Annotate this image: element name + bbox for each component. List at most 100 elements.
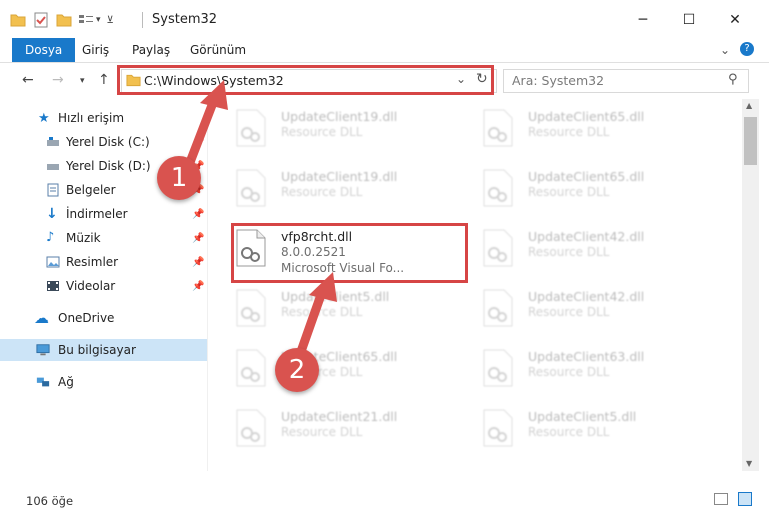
tab-file[interactable]: Dosya (12, 38, 76, 62)
pin-icon[interactable]: 📌 (192, 233, 204, 244)
file-name: UpdateClient19.dll (281, 169, 398, 184)
sidebar-item-label: Yerel Disk (D:) (66, 159, 151, 173)
sidebar-item-videos[interactable]: Videolar 📌 (0, 275, 207, 297)
up-icon[interactable]: ↑ (98, 72, 110, 88)
file-description: Resource DLL (528, 245, 610, 259)
file-description: Resource DLL (528, 425, 610, 439)
sidebar-item-onedrive[interactable]: ☁ OneDrive (0, 307, 207, 329)
dll-file-icon (483, 169, 513, 207)
scrollbar-thumb[interactable] (744, 117, 757, 165)
forward-icon[interactable]: → (52, 72, 64, 88)
details-view-icon[interactable] (714, 493, 728, 505)
sidebar-item-label: İndirmeler (66, 207, 128, 221)
file-tile[interactable]: UpdateClient65.dll Resource DLL (480, 101, 720, 153)
sidebar-item-music[interactable]: ♪ Müzik 📌 (0, 227, 207, 249)
search-input[interactable]: Ara: System32 (512, 73, 604, 88)
sidebar-item-label: Belgeler (66, 183, 116, 197)
drive-icon (47, 164, 59, 170)
customize-qa-icon[interactable]: ⊻ (107, 15, 114, 26)
file-tile[interactable]: UpdateClient63.dll Resource DLL (480, 341, 720, 393)
step-2-badge: 2 (275, 348, 319, 392)
dll-file-icon (483, 109, 513, 147)
sidebar-item-label: Resimler (66, 255, 119, 269)
file-name: UpdateClient65.dll (528, 109, 645, 124)
tab-home[interactable]: Giriş (82, 38, 109, 62)
sidebar-item-network[interactable]: Ağ (0, 371, 207, 393)
large-icons-view-icon[interactable] (738, 492, 752, 506)
sidebar-item-disk-c[interactable]: Yerel Disk (C:) 📌 (0, 131, 207, 153)
ribbon-tabs: Dosya Giriş Paylaş Görünüm ⌄ ? (0, 38, 769, 63)
dll-file-icon (236, 409, 266, 447)
file-tile[interactable]: UpdateClient42.dll Resource DLL (480, 221, 720, 273)
sidebar-item-label: Yerel Disk (C:) (66, 135, 150, 149)
tab-share[interactable]: Paylaş (132, 38, 170, 62)
sidebar-item-label: Hızlı erişim (58, 111, 125, 125)
title-separator (142, 12, 143, 28)
scroll-down-icon[interactable]: ▼ (746, 459, 752, 468)
pin-icon[interactable]: 📌 (192, 281, 204, 292)
back-icon[interactable]: ← (22, 72, 34, 88)
minimize-button[interactable]: ─ (620, 8, 666, 32)
file-name: UpdateClient5.dll (528, 409, 637, 424)
sidebar-item-pictures[interactable]: Resimler 📌 (0, 251, 207, 273)
file-tile[interactable]: UpdateClient19.dll Resource DLL (233, 101, 473, 153)
file-tile[interactable]: UpdateClient5.dll Resource DLL (480, 401, 720, 453)
properties-icon[interactable] (34, 12, 48, 28)
pin-icon[interactable]: 📌 (192, 257, 204, 268)
music-icon: ♪ (46, 230, 55, 245)
item-count: 106 öğe (26, 494, 74, 508)
scroll-up-icon[interactable]: ▲ (746, 101, 752, 110)
file-name: UpdateClient5.dll (281, 289, 390, 304)
minimize-icon: ─ (638, 12, 648, 28)
cloud-icon: ☁ (34, 309, 49, 327)
new-folder-icon[interactable] (56, 13, 72, 27)
download-icon: ↓ (46, 206, 58, 222)
sidebar-item-label: Videolar (66, 279, 116, 293)
vertical-scrollbar[interactable]: ▲ ▼ (742, 99, 759, 471)
file-name: UpdateClient63.dll (528, 349, 645, 364)
window-title: System32 (152, 12, 218, 27)
file-description: Resource DLL (528, 365, 610, 379)
sidebar-item-label: Müzik (66, 231, 101, 245)
expand-ribbon-icon[interactable]: ⌄ (720, 43, 730, 57)
view-icon[interactable] (78, 13, 94, 27)
dll-file-icon (236, 169, 266, 207)
star-icon: ★ (38, 111, 50, 126)
dll-file-icon (236, 289, 266, 327)
dll-file-icon (236, 349, 266, 387)
recent-locations-icon[interactable]: ▾ (80, 76, 85, 86)
quick-access-toolbar: ▾ ⊻ (10, 10, 114, 30)
dll-file-icon (483, 349, 513, 387)
file-tile[interactable]: UpdateClient65.dll Resource DLL (480, 161, 720, 213)
drive-icon (47, 137, 59, 146)
dll-file-icon (483, 409, 513, 447)
file-tile[interactable]: UpdateClient65.dll Resource DLL (233, 341, 473, 393)
file-description: Resource DLL (528, 305, 610, 319)
file-description: Resource DLL (281, 425, 363, 439)
address-highlight-box (117, 65, 494, 95)
file-description: Resource DLL (528, 125, 610, 139)
close-button[interactable]: ✕ (712, 8, 758, 32)
step-1-badge: 1 (157, 156, 201, 200)
computer-icon (36, 344, 50, 356)
tab-view[interactable]: Görünüm (190, 38, 246, 62)
dll-file-icon (483, 289, 513, 327)
search-box[interactable]: Ara: System32 ⚲ (503, 69, 749, 93)
file-tile[interactable]: UpdateClient5.dll Resource DLL (233, 281, 473, 333)
file-tile[interactable]: UpdateClient19.dll Resource DLL (233, 161, 473, 213)
file-name: UpdateClient42.dll (528, 289, 645, 304)
pin-icon[interactable]: 📌 (192, 137, 204, 148)
pin-icon[interactable]: 📌 (192, 209, 204, 220)
sidebar-item-downloads[interactable]: ↓ İndirmeler 📌 (0, 203, 207, 225)
maximize-button[interactable]: ☐ (666, 8, 712, 32)
sidebar-item-this-pc[interactable]: Bu bilgisayar (0, 339, 207, 361)
file-tile[interactable]: UpdateClient42.dll Resource DLL (480, 281, 720, 333)
help-icon[interactable]: ? (740, 42, 754, 56)
file-description: Resource DLL (281, 305, 363, 319)
file-name: UpdateClient19.dll (281, 109, 398, 124)
folder-icon[interactable] (10, 13, 26, 27)
file-tile[interactable]: UpdateClient21.dll Resource DLL (233, 401, 473, 453)
file-description: Resource DLL (281, 185, 363, 199)
sidebar-item-quick-access[interactable]: ★ Hızlı erişim (0, 107, 207, 129)
qa-dropdown-icon[interactable]: ▾ (96, 15, 101, 25)
